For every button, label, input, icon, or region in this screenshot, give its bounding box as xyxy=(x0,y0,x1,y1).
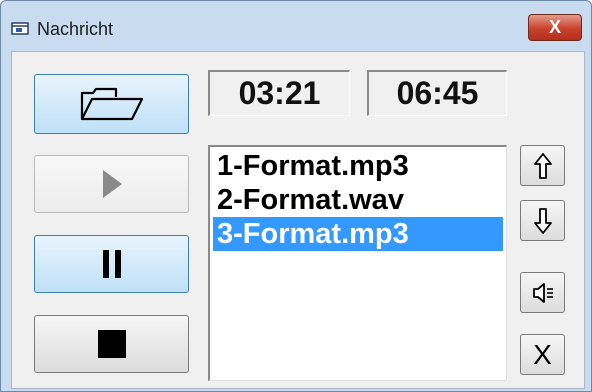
playlist-item-selected[interactable]: 3-Format.mp3 xyxy=(213,217,503,251)
close-button[interactable]: X xyxy=(528,14,582,41)
playlist-item[interactable]: 2-Format.wav xyxy=(213,183,503,217)
move-down-button[interactable] xyxy=(520,200,565,241)
close-icon: X xyxy=(548,17,561,37)
speaker-icon xyxy=(532,282,553,303)
stop-icon xyxy=(97,330,126,358)
arrow-up-icon xyxy=(533,152,552,179)
volume-button[interactable] xyxy=(520,272,565,313)
playlist[interactable]: 1-Format.mp3 2-Format.wav 3-Format.mp3 xyxy=(208,145,507,381)
elapsed-time-display: 03:21 xyxy=(208,70,350,116)
stop-button[interactable] xyxy=(34,315,189,373)
play-button[interactable] xyxy=(34,155,189,213)
player-panel: 03:21 06:45 1-Format.mp3 2-Format.wav 3-… xyxy=(11,51,585,389)
play-icon xyxy=(102,170,122,198)
remove-track-button[interactable]: X xyxy=(520,334,565,375)
title-bar[interactable]: Nachricht X xyxy=(1,1,591,51)
move-up-button[interactable] xyxy=(520,145,565,186)
open-file-button[interactable] xyxy=(34,74,189,134)
remove-icon: X xyxy=(533,338,552,370)
app-icon xyxy=(11,22,29,35)
folder-open-icon xyxy=(80,87,143,121)
arrow-down-icon xyxy=(533,207,552,234)
total-time-display: 06:45 xyxy=(367,70,507,116)
window-title: Nachricht xyxy=(37,19,114,39)
playlist-item[interactable]: 1-Format.mp3 xyxy=(213,149,503,183)
app-window: Nachricht X 03:21 06:45 1-Format.mp3 2-F… xyxy=(0,0,592,392)
pause-icon xyxy=(102,250,121,278)
pause-button[interactable] xyxy=(34,235,189,293)
